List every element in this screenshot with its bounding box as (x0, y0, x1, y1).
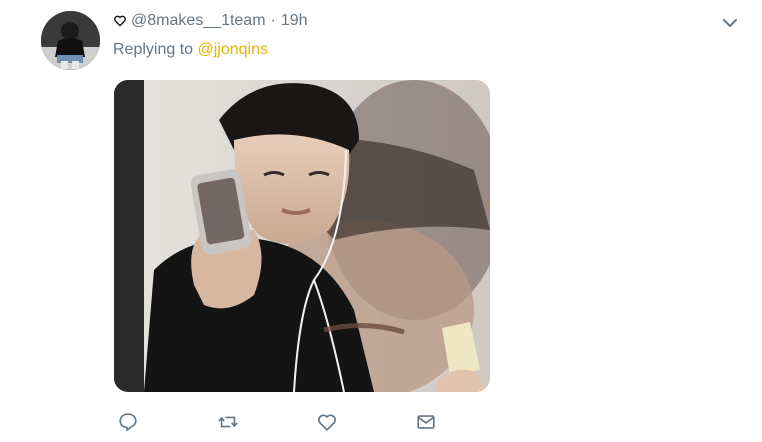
tweet-actions (113, 407, 473, 437)
tweet-time[interactable]: 19h (281, 12, 308, 30)
photo-person-with-phone (114, 80, 490, 392)
direct-message-button[interactable] (411, 407, 441, 437)
tweet: @8makes__1team · 19h Replying to @jjonqi… (0, 0, 762, 442)
retweet-button[interactable] (213, 407, 243, 437)
direct-message-icon (417, 415, 435, 429)
tweet-media-image[interactable] (114, 80, 490, 392)
avatar[interactable] (41, 11, 100, 70)
avatar-photo (41, 11, 100, 70)
chevron-down-icon[interactable] (721, 14, 739, 32)
retweet-icon (218, 416, 238, 428)
dot-separator: · (270, 12, 276, 29)
tweet-header: @8makes__1team · 19h (113, 11, 308, 31)
reply-button[interactable] (113, 407, 143, 437)
replying-to-mention[interactable]: @jjonqins (198, 41, 269, 58)
reply-icon (119, 413, 137, 432)
like-icon (318, 414, 336, 431)
user-handle[interactable]: @8makes__1team (131, 12, 266, 30)
heart-outline-icon (113, 14, 127, 28)
replying-to-line: Replying to @jjonqins (113, 41, 268, 59)
replying-to-label: Replying to (113, 41, 194, 58)
like-button[interactable] (312, 407, 342, 437)
